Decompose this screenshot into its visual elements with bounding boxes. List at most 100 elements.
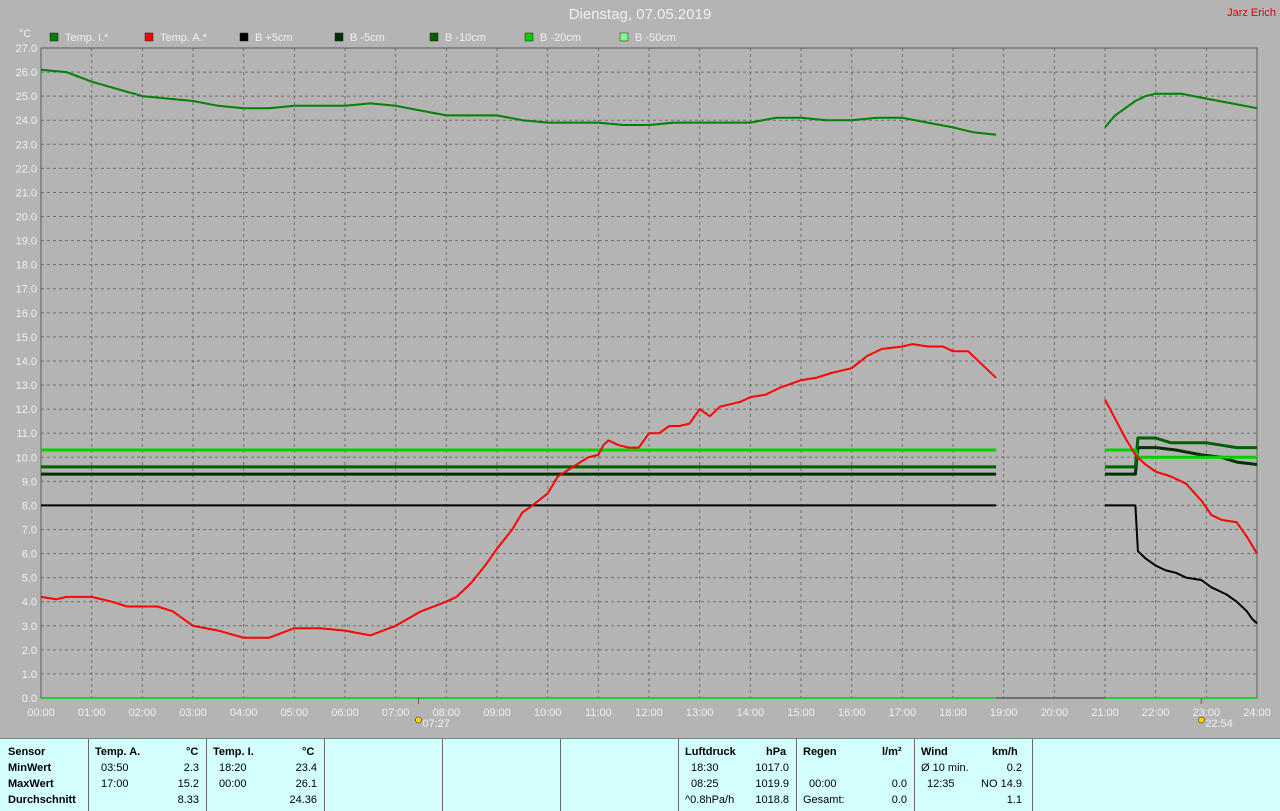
temp-i-unit: °C bbox=[302, 746, 315, 758]
y-tick-label: 0.0 bbox=[22, 693, 37, 705]
y-tick-label: 23.0 bbox=[16, 139, 37, 151]
legend-swatch bbox=[524, 32, 534, 42]
pressure-max-time: 08:25 bbox=[691, 778, 719, 790]
x-tick-label: 21:00 bbox=[1091, 707, 1119, 719]
x-tick-label: 14:00 bbox=[737, 707, 765, 719]
x-tick-label: 17:00 bbox=[889, 707, 917, 719]
y-tick-label: 22.0 bbox=[16, 163, 37, 175]
y-tick-label: 13.0 bbox=[16, 380, 37, 392]
rain-unit: l/m² bbox=[882, 746, 902, 758]
legend-label: Temp. I.* bbox=[65, 32, 109, 44]
stats-divider bbox=[678, 739, 679, 811]
x-tick-label: 07:00 bbox=[382, 707, 410, 719]
temp-i-min-time: 18:20 bbox=[219, 762, 247, 774]
chart-axes: 0.0 1.0 2.0 3.0 4.0 5.0 6.0 7.0 8.0 9.0 10.0 11.0 12… bbox=[16, 28, 1271, 719]
wind-avg10-value: 0.2 bbox=[1006, 762, 1022, 774]
wind-avg10-label: Ø 10 min. bbox=[921, 762, 969, 774]
y-tick-label: 2.0 bbox=[22, 645, 37, 657]
y-tick-label: 14.0 bbox=[16, 356, 37, 368]
stats-divider bbox=[1032, 739, 1033, 811]
stats-divider bbox=[560, 739, 561, 811]
stats-divider bbox=[324, 739, 325, 811]
row-label-min: MinWert bbox=[8, 762, 52, 774]
x-tick-label: 13:00 bbox=[686, 707, 714, 719]
moonrise-icon bbox=[1198, 716, 1205, 724]
y-tick-label: 5.0 bbox=[22, 573, 37, 585]
y-tick-label: 3.0 bbox=[22, 621, 37, 633]
series-line bbox=[1104, 399, 1258, 555]
y-tick-label: 8.0 bbox=[22, 500, 37, 512]
series-line bbox=[1105, 446, 1258, 476]
x-tick-label: 10:00 bbox=[534, 707, 562, 719]
temp-a-max-time: 17:00 bbox=[101, 778, 129, 790]
y-tick-label: 21.0 bbox=[16, 187, 37, 199]
y-axis-label: °C bbox=[19, 28, 31, 40]
y-tick-label: 11.0 bbox=[16, 428, 37, 440]
x-tick-label: 15:00 bbox=[787, 707, 815, 719]
legend-label: B +5cm bbox=[255, 32, 293, 44]
x-tick-label: 12:00 bbox=[635, 707, 663, 719]
y-tick-label: 19.0 bbox=[16, 236, 37, 248]
temp-a-unit: °C bbox=[186, 746, 199, 758]
rain-total-value: 0.0 bbox=[891, 794, 907, 806]
x-tick-label: 09:00 bbox=[483, 707, 511, 719]
legend-swatch bbox=[334, 32, 344, 42]
y-tick-label: 9.0 bbox=[22, 476, 37, 488]
pressure-min-value: 1017.0 bbox=[755, 762, 789, 774]
x-tick-label: 04:00 bbox=[230, 707, 258, 719]
temp-i-max-time: 00:00 bbox=[219, 778, 247, 790]
annotation-label: 22:54 bbox=[1205, 718, 1233, 730]
x-tick-label: 03:00 bbox=[179, 707, 207, 719]
legend-label: B -10cm bbox=[445, 32, 486, 44]
series-line bbox=[1105, 504, 1258, 625]
temp-i-min-value: 23.4 bbox=[295, 762, 317, 774]
y-tick-label: 12.0 bbox=[16, 404, 37, 416]
legend-label: B -50cm bbox=[635, 32, 676, 44]
legend-swatch bbox=[429, 32, 439, 42]
series-line bbox=[1104, 92, 1258, 129]
row-label-max: MaxWert bbox=[8, 778, 54, 790]
legend-swatch bbox=[49, 32, 59, 42]
y-tick-label: 16.0 bbox=[16, 308, 37, 320]
x-tick-label: 05:00 bbox=[281, 707, 309, 719]
rain-max-value: 0.0 bbox=[891, 778, 907, 790]
x-tick-label: 16:00 bbox=[838, 707, 866, 719]
y-tick-label: 1.0 bbox=[22, 669, 37, 681]
x-tick-label: 02:00 bbox=[129, 707, 157, 719]
rain-max-time: 00:00 bbox=[809, 778, 837, 790]
sunrise-icon bbox=[415, 716, 422, 724]
x-tick-label: 20:00 bbox=[1041, 707, 1069, 719]
rain-header: Regen bbox=[803, 746, 837, 758]
temp-a-min-time: 03:50 bbox=[101, 762, 129, 774]
legend-label: Temp. A.* bbox=[160, 32, 208, 44]
y-tick-label: 20.0 bbox=[16, 212, 37, 224]
x-tick-label: 06:00 bbox=[331, 707, 359, 719]
rain-total-label: Gesamt: bbox=[803, 794, 845, 806]
annotation-label: 07:27 bbox=[422, 718, 450, 730]
temp-a-max-value: 15.2 bbox=[177, 778, 199, 790]
statistics-panel: Sensor MinWert MaxWert Durchschnitt Temp… bbox=[0, 738, 1280, 811]
y-tick-label: 6.0 bbox=[22, 549, 37, 561]
stats-divider bbox=[442, 739, 443, 811]
temperature-chart: 0.0 1.0 2.0 3.0 4.0 5.0 6.0 7.0 8.0 9.0 10.0 11.0 12… bbox=[16, 28, 1271, 730]
chart-legend: Temp. I.* Temp. A.* B +5cm B -5cm B -10cm B -… bbox=[49, 32, 676, 44]
y-tick-label: 25.0 bbox=[16, 91, 37, 103]
author-label: Jarz Erich bbox=[1227, 7, 1276, 19]
pressure-header: Luftdruck bbox=[685, 746, 736, 758]
x-tick-label: 24:00 bbox=[1243, 707, 1271, 719]
series-line bbox=[40, 68, 997, 136]
temp-i-max-value: 26.1 bbox=[295, 778, 317, 790]
stats-divider bbox=[88, 739, 89, 811]
legend-label: B -20cm bbox=[540, 32, 581, 44]
series-line bbox=[40, 343, 997, 639]
y-tick-label: 7.0 bbox=[22, 524, 37, 536]
y-tick-label: 27.0 bbox=[16, 43, 37, 55]
pressure-unit: hPa bbox=[766, 746, 787, 758]
y-tick-label: 18.0 bbox=[16, 260, 37, 272]
wind-average: 1.1 bbox=[1006, 794, 1022, 806]
sensor-header: Sensor bbox=[8, 746, 46, 758]
row-label-avg: Durchschnitt bbox=[8, 794, 76, 806]
temp-a-average: 8.33 bbox=[177, 794, 199, 806]
temp-i-average: 24.36 bbox=[289, 794, 317, 806]
pressure-max-value: 1019.9 bbox=[755, 778, 789, 790]
